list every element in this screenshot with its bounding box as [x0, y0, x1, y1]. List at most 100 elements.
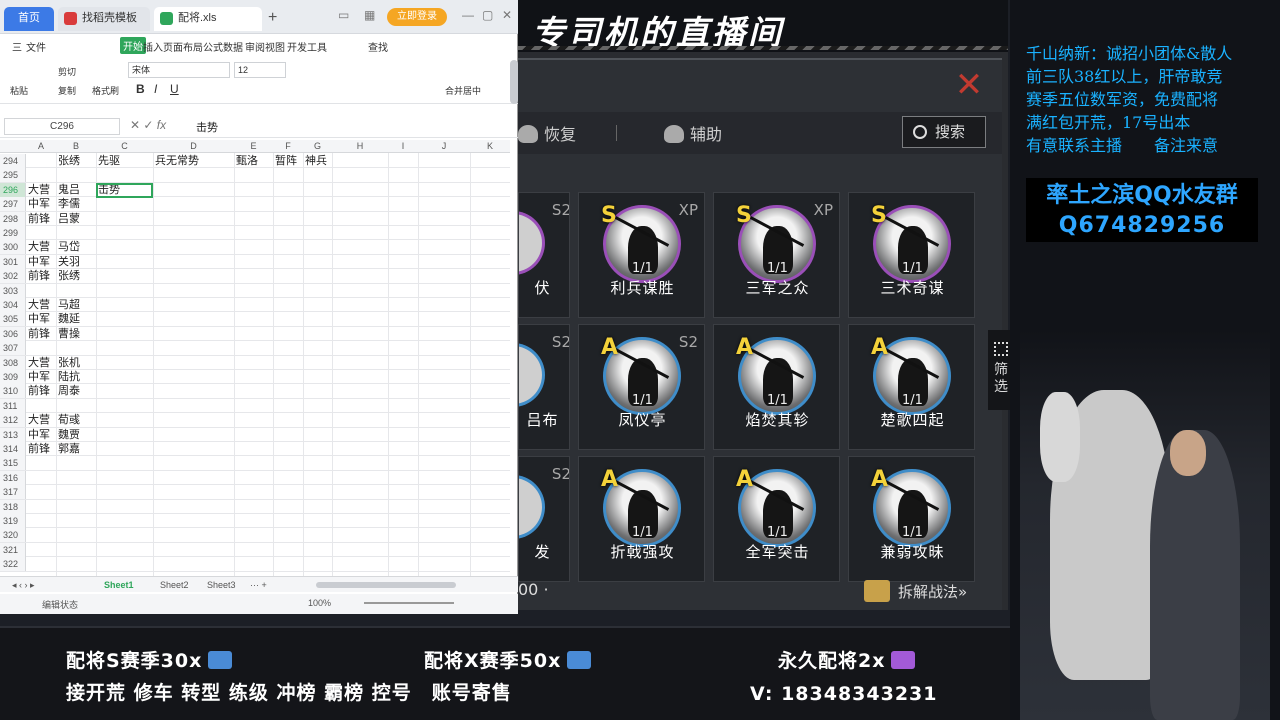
cell[interactable]	[275, 312, 302, 326]
cell[interactable]	[275, 341, 302, 355]
cell[interactable]	[155, 557, 233, 571]
cell[interactable]	[155, 428, 233, 442]
cut-button[interactable]: 剪切	[58, 65, 76, 78]
cell[interactable]	[236, 269, 272, 283]
cell[interactable]	[305, 312, 331, 326]
cell[interactable]	[236, 312, 272, 326]
cell[interactable]	[28, 226, 55, 240]
row-number[interactable]: 315	[0, 456, 26, 471]
cell[interactable]	[155, 240, 233, 254]
cell[interactable]: 先驱	[98, 154, 152, 168]
tactic-card[interactable]: S XP 1/1 三军之众	[713, 192, 840, 318]
menu-insert[interactable]: 插入	[143, 39, 163, 54]
cell[interactable]	[305, 370, 331, 384]
cell[interactable]	[155, 500, 233, 514]
column-header[interactable]: K	[470, 141, 510, 151]
cell[interactable]	[236, 370, 272, 384]
cell[interactable]	[58, 226, 95, 240]
menu-review[interactable]: 审阅	[245, 39, 265, 54]
name-box[interactable]: C296	[4, 118, 120, 135]
cell[interactable]	[155, 255, 233, 269]
cell[interactable]	[236, 255, 272, 269]
cell[interactable]	[305, 255, 331, 269]
cell[interactable]: 马岱	[58, 240, 95, 254]
cell[interactable]	[305, 341, 331, 355]
cell[interactable]	[305, 471, 331, 485]
column-header[interactable]: A	[26, 141, 56, 151]
column-header[interactable]: G	[303, 141, 332, 151]
cell[interactable]	[58, 528, 95, 542]
cell[interactable]	[98, 428, 152, 442]
cell[interactable]	[155, 514, 233, 528]
font-size-select[interactable]: 12	[234, 62, 286, 78]
cell[interactable]: 张绣	[58, 154, 95, 168]
new-tab-icon[interactable]: +	[268, 9, 277, 27]
cell[interactable]	[275, 168, 302, 182]
cell[interactable]	[155, 442, 233, 456]
cell[interactable]	[236, 356, 272, 370]
cell[interactable]	[58, 500, 95, 514]
cell[interactable]	[58, 514, 95, 528]
cell[interactable]	[155, 471, 233, 485]
cell[interactable]: 曹操	[58, 327, 95, 341]
cell[interactable]	[58, 399, 95, 413]
row-number[interactable]: 307	[0, 341, 26, 356]
cell[interactable]	[98, 543, 152, 557]
bold-button[interactable]: B	[136, 82, 145, 96]
cell[interactable]: 兵无常势	[155, 154, 233, 168]
cell[interactable]	[305, 327, 331, 341]
cell[interactable]	[236, 384, 272, 398]
cell[interactable]	[236, 298, 272, 312]
row-number[interactable]: 308	[0, 355, 26, 370]
cell[interactable]	[28, 399, 55, 413]
cell[interactable]	[236, 226, 272, 240]
cell[interactable]	[98, 514, 152, 528]
cell[interactable]	[98, 500, 152, 514]
cell[interactable]	[275, 413, 302, 427]
menu-view[interactable]: 视图	[265, 39, 285, 54]
menu-hamburger-icon[interactable]: 三	[12, 39, 22, 54]
row-number[interactable]: 320	[0, 528, 26, 543]
first-sheet-icon[interactable]: ◂ ‹ › ▸	[12, 580, 35, 591]
cell[interactable]: 荀彧	[58, 413, 95, 427]
cell[interactable]	[275, 370, 302, 384]
cell[interactable]	[155, 212, 233, 226]
cell[interactable]	[98, 471, 152, 485]
formula-input[interactable]: 击势	[196, 119, 218, 135]
tab-assist[interactable]: 辅助	[664, 121, 722, 145]
cell[interactable]	[305, 197, 331, 211]
cell[interactable]	[155, 269, 233, 283]
copy-button[interactable]: 复制	[58, 84, 76, 97]
cell[interactable]	[155, 284, 233, 298]
cell[interactable]	[155, 341, 233, 355]
tab-home[interactable]: 首页	[4, 7, 54, 31]
row-number[interactable]: 322	[0, 557, 26, 572]
tactic-card[interactable]: S XP 1/1 利兵谋胜	[578, 192, 705, 318]
cell[interactable]: 大营	[28, 183, 55, 197]
cell[interactable]	[28, 154, 55, 168]
cell[interactable]: 鬼吕	[58, 183, 95, 197]
cell[interactable]	[305, 240, 331, 254]
sheet-tab-3[interactable]: Sheet3	[207, 580, 236, 590]
cell[interactable]	[98, 255, 152, 269]
cell[interactable]	[98, 413, 152, 427]
cell[interactable]: 大营	[28, 413, 55, 427]
cell[interactable]	[98, 456, 152, 470]
merge-center-button[interactable]: 合并居中	[445, 84, 481, 97]
cell[interactable]	[98, 485, 152, 499]
sheet-tab-2[interactable]: Sheet2	[160, 580, 189, 590]
font-name-select[interactable]: 宋体	[128, 62, 230, 78]
column-header[interactable]: I	[388, 141, 418, 151]
cell[interactable]	[275, 557, 302, 571]
cell[interactable]	[28, 514, 55, 528]
cell[interactable]	[98, 528, 152, 542]
cell[interactable]	[58, 543, 95, 557]
cell[interactable]: 前锋	[28, 384, 55, 398]
cell[interactable]	[155, 356, 233, 370]
cell[interactable]	[58, 557, 95, 571]
cell[interactable]	[305, 456, 331, 470]
cell[interactable]: 马超	[58, 298, 95, 312]
cell[interactable]	[98, 442, 152, 456]
column-header[interactable]: J	[418, 141, 470, 151]
cell[interactable]	[98, 356, 152, 370]
